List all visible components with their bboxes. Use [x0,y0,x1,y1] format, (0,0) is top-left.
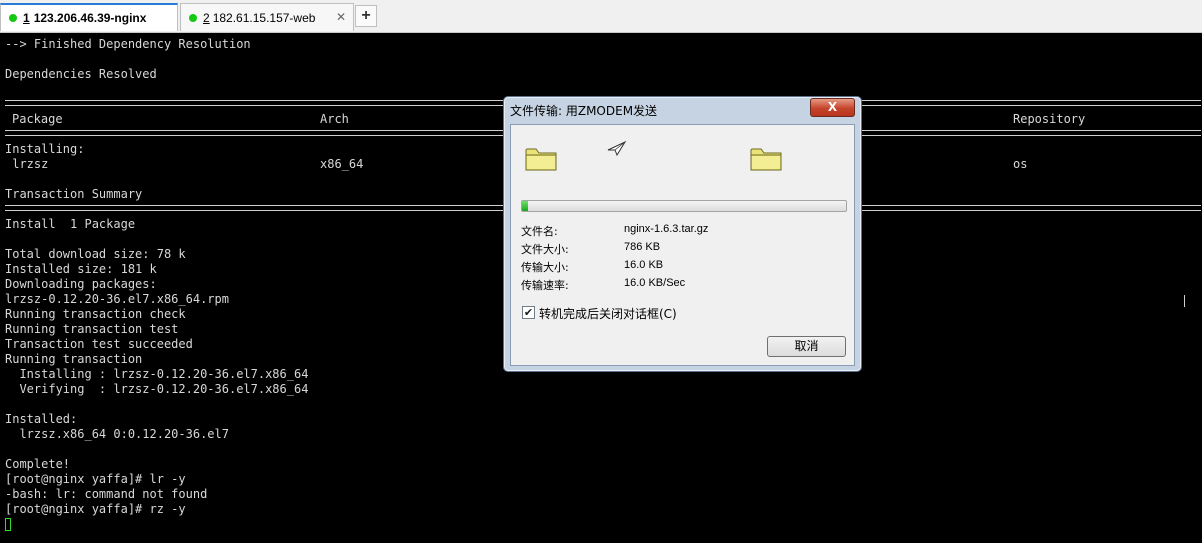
terminal-line: Transaction Summary [5,187,143,201]
folder-icon [525,148,557,171]
terminal-line: Running transaction check [5,307,186,321]
terminal-line: Complete! [5,457,71,471]
connected-status-icon [9,14,17,22]
terminal-line: Install 1 Package [5,217,136,231]
new-tab-button[interactable]: + [355,5,377,27]
terminal-line: Verifying : lrzsz-0.12.20-36.el7.x86_64 [5,382,309,396]
terminal-line: Arch [320,112,349,126]
terminal-line: [root@nginx yaffa]# rz -y [5,502,186,516]
terminal-line: Installing : lrzsz-0.12.20-36.el7.x86_64 [5,367,309,381]
terminal-line: lrzsz-0.12.20-36.el7.x86_64.rpm [5,292,229,306]
terminal-line: lrzsz.x86_64 0:0.12.20-36.el7 [5,427,229,441]
close-on-complete-checkbox[interactable]: ✔ [522,306,535,319]
tab-index: 1 [23,11,30,25]
terminal-line: Downloading packages: [5,277,157,291]
terminal-line: os [1013,157,1028,171]
file-name-label: 文件名: [521,225,558,238]
terminal-line: Total download size: 78 k [5,247,186,261]
tab-index: 2 [203,10,210,25]
tab-session-1[interactable]: 1 123.206.46.39-nginx [0,3,178,31]
terminal-line: x86_64 [320,157,364,171]
terminal-line: Package [12,112,63,126]
tab-session-2[interactable]: 2 182.61.15.157-web ✕ [180,3,354,31]
terminal-line: [root@nginx yaffa]# lr -y [5,472,186,486]
file-size-value: 786 KB [624,241,661,253]
transferred-size-label: 传输大小: [521,261,569,274]
terminal-line: Transaction test succeeded [5,337,193,351]
terminal-line: Installed: [5,412,78,426]
terminal-line: -bash: lr: command not found [5,487,208,501]
terminal-cursor [5,518,11,531]
file-transfer-dialog: 文件传输: 用ZMODEM发送 X 文件名: nginx-1.6.3.tar.g… [503,96,862,372]
terminal-line: Installed size: 181 k [5,262,157,276]
file-size-label: 文件大小: [521,243,569,256]
close-on-complete-label[interactable]: 转机完成后关闭对话框(C) [539,305,677,322]
terminal-line: lrzsz [5,157,49,171]
tab-bar: 1 123.206.46.39-nginx 2 182.61.15.157-we… [0,0,1202,33]
cancel-button[interactable]: 取消 [767,336,846,357]
tab-close-icon[interactable]: ✕ [336,10,346,24]
file-name-value: nginx-1.6.3.tar.gz [624,223,709,235]
dialog-title: 文件传输: 用ZMODEM发送 [510,104,658,118]
terminal-line: --> Finished Dependency Resolution [5,37,251,51]
tab-label: 182.61.15.157-web [212,10,316,25]
progress-bar-marker [1184,295,1185,307]
transfer-progress-fill [522,201,529,211]
checkmark-icon: ✔ [523,306,534,319]
folder-icon [750,148,782,171]
connected-status-icon [189,13,197,22]
dialog-body: 文件名: nginx-1.6.3.tar.gz 文件大小: 786 KB 传输大… [510,124,855,366]
transferred-size-value: 16.0 KB [624,259,664,271]
paper-plane-icon [607,141,627,157]
terminal-line: Installing: [5,142,85,156]
transfer-rate-label: 传输速率: [521,279,569,292]
tab-label: 123.206.46.39-nginx [33,11,147,25]
transfer-rate-value: 16.0 KB/Sec [624,277,686,289]
terminal-line: Repository [1013,112,1086,126]
terminal-line: Dependencies Resolved [5,67,157,81]
transfer-progress-bar [521,200,847,212]
terminal-line: Running transaction [5,352,143,366]
dialog-close-button[interactable]: X [810,98,855,117]
terminal-line: Running transaction test [5,322,179,336]
